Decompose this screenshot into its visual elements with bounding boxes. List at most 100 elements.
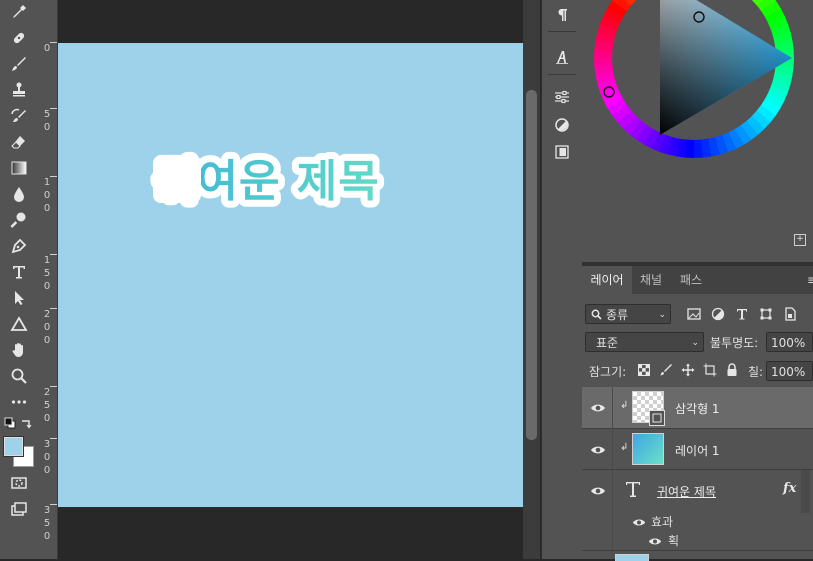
blend-mode-value: 표준: [596, 333, 618, 353]
eye-icon[interactable]: [648, 535, 662, 549]
layers-scrollbar[interactable]: [801, 470, 810, 513]
layer-name[interactable]: 삼각형 1: [675, 400, 720, 417]
eye-icon[interactable]: [590, 400, 606, 416]
shape-icon[interactable]: [6, 313, 32, 335]
styles-icon[interactable]: [549, 113, 575, 137]
screen-mode-icon[interactable]: [6, 498, 32, 520]
layer-filter-label: 종류: [606, 305, 628, 325]
add-swatch-icon[interactable]: +: [794, 234, 806, 246]
layer-name[interactable]: 귀여운 제목: [657, 483, 716, 500]
lock-artboard-icon[interactable]: [702, 362, 718, 378]
ruler-digit: 5: [42, 269, 52, 279]
layer-row-triangle[interactable]: ↲ 삼각형 1: [582, 387, 813, 429]
canvas-title-text: 귀여운 제목 귀여운 제목: [58, 43, 523, 507]
filter-type-icon[interactable]: [734, 306, 750, 322]
layer-filter-select[interactable]: 종류 ⌄: [585, 304, 671, 324]
history-brush-icon[interactable]: [6, 105, 32, 127]
healing-brush-icon[interactable]: [6, 27, 32, 49]
foreground-color-swatch[interactable]: [4, 437, 23, 456]
filter-smart-object-icon[interactable]: [782, 306, 798, 322]
ruler-digit: 2: [42, 388, 52, 398]
lock-label: 잠그기:: [589, 363, 626, 380]
ruler-tick: [50, 308, 57, 309]
character-icon[interactable]: [549, 45, 575, 69]
layer-name[interactable]: 레이어 1: [675, 442, 720, 459]
fx-badge[interactable]: fx: [783, 481, 796, 496]
blend-mode-select[interactable]: 표준 ⌄: [585, 332, 704, 352]
ruler-digit: 1: [42, 178, 52, 188]
eye-icon[interactable]: [590, 442, 606, 458]
opacity-value: 100%: [771, 333, 805, 353]
stamp-icon[interactable]: [6, 79, 32, 101]
blur-icon[interactable]: [6, 183, 32, 205]
canvas-scrollbar[interactable]: [523, 0, 540, 559]
layer-row-text[interactable]: 귀여운 제목 fx ^: [582, 470, 813, 512]
gradient-icon[interactable]: [6, 157, 32, 179]
ruler-digit: 3: [42, 440, 52, 450]
opacity-input[interactable]: 100%: [766, 332, 813, 352]
ruler-digit: 0: [42, 44, 52, 54]
stroke-label: 획: [668, 532, 679, 549]
libraries-icon[interactable]: [549, 140, 575, 164]
pen-icon[interactable]: [6, 235, 32, 257]
tab-channels[interactable]: 채널: [632, 266, 670, 294]
clipping-arrow-icon: ↲: [620, 442, 628, 453]
quick-mask-icon[interactable]: [6, 472, 32, 494]
paragraph-icon[interactable]: [549, 3, 575, 27]
ruler-digit: 0: [42, 191, 52, 201]
ruler-digit: 0: [42, 282, 52, 292]
lock-image-pixels-icon[interactable]: [658, 362, 674, 378]
ruler-digit: 0: [42, 204, 52, 214]
fill-value: 100%: [771, 362, 805, 382]
chevron-down-icon: ⌄: [658, 305, 666, 325]
filter-adjustment-icon[interactable]: [710, 306, 726, 322]
more-tools-icon[interactable]: [6, 391, 32, 413]
stroke-effect-row[interactable]: 획: [582, 531, 801, 550]
eyedropper-icon[interactable]: [6, 1, 32, 23]
lock-all-icon[interactable]: [724, 362, 740, 378]
default-colors-icon[interactable]: [3, 416, 17, 430]
ruler-digit: 0: [42, 123, 52, 133]
shape-layer-badge-icon: [649, 410, 665, 426]
scrollbar-thumb[interactable]: [526, 90, 537, 440]
lock-position-icon[interactable]: [680, 362, 696, 378]
filter-shape-icon[interactable]: [758, 306, 774, 322]
swap-colors-icon[interactable]: [19, 416, 33, 430]
text-layer-icon: [625, 480, 641, 501]
tools-panel: [0, 0, 39, 559]
effects-label: 효과: [651, 513, 673, 530]
ruler-digit: 3: [42, 506, 52, 516]
ruler-digit: 0: [42, 453, 52, 463]
lock-transparent-pixels-icon[interactable]: [636, 362, 652, 378]
fill-input[interactable]: 100%: [766, 361, 813, 381]
brush-icon[interactable]: [6, 53, 32, 75]
dodge-icon[interactable]: [6, 209, 32, 231]
ruler-digit: 2: [42, 310, 52, 320]
filter-pixel-icon[interactable]: [686, 306, 702, 322]
zoom-icon[interactable]: [6, 365, 32, 387]
panel-menu-icon[interactable]: ≡: [807, 273, 813, 287]
color-wheel[interactable]: [582, 0, 813, 262]
tab-layers[interactable]: 레이어: [582, 266, 632, 294]
fill-label: 칠:: [748, 363, 763, 380]
path-select-icon[interactable]: [6, 287, 32, 309]
document-canvas: 귀여운 제목 귀여운 제목: [58, 43, 523, 507]
layer-thumbnail: [615, 554, 649, 561]
eraser-icon[interactable]: [6, 131, 32, 153]
layers-panel: 레이어 채널 패스 ≡ 종류 ⌄ 표준 ⌄ 불투명도: 100% 잠그기:: [582, 266, 813, 559]
ruler-tick: [50, 108, 57, 109]
clipping-arrow-icon: ↲: [620, 400, 628, 411]
adjustments-icon[interactable]: [549, 85, 575, 109]
ruler-digit: 0: [42, 466, 52, 476]
layer-row-layer1[interactable]: ↲ 레이어 1: [582, 429, 813, 470]
eye-icon[interactable]: [590, 483, 606, 499]
tab-paths[interactable]: 패스: [670, 266, 712, 294]
effects-row[interactable]: 효과: [582, 512, 801, 531]
vertical-ruler: 050100150200250300350: [38, 0, 58, 559]
hand-icon[interactable]: [6, 339, 32, 361]
ruler-digit: 0: [42, 414, 52, 424]
eye-icon[interactable]: [632, 516, 646, 530]
ruler-digit: 0: [42, 323, 52, 333]
ruler-tick: [50, 386, 57, 387]
type-icon[interactable]: [6, 261, 32, 283]
